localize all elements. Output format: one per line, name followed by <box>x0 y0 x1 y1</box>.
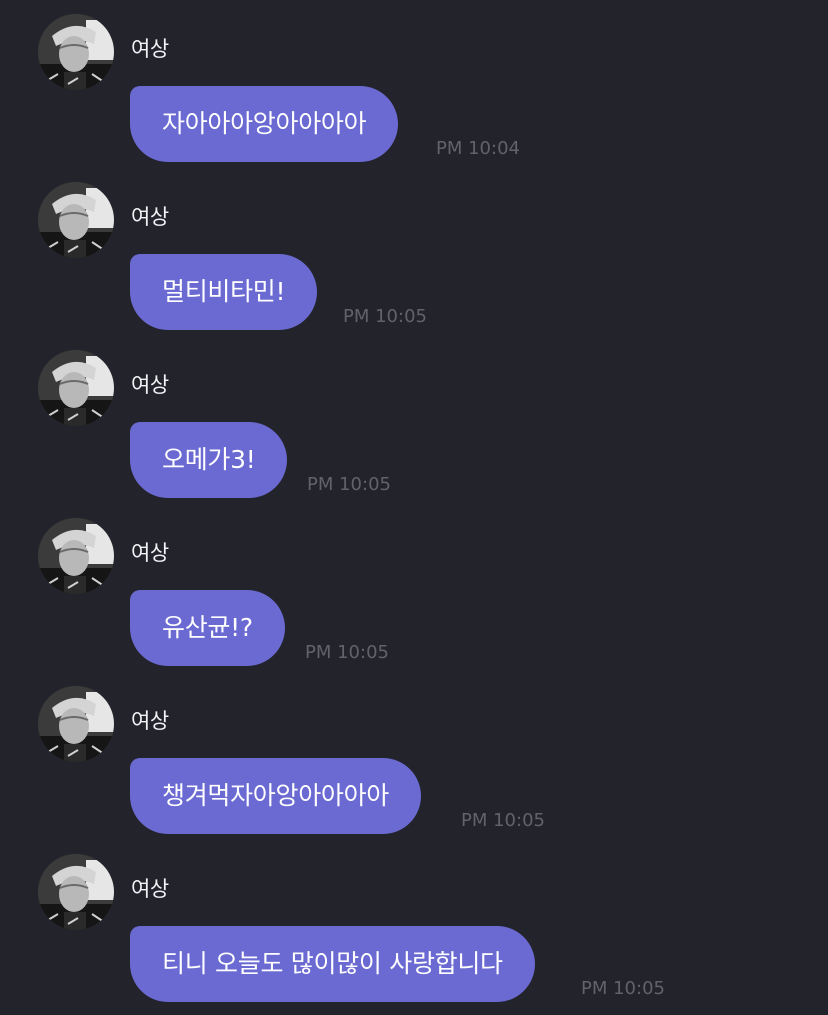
message-bubble[interactable]: 오메가3! <box>130 422 288 498</box>
profile-photo-icon[interactable] <box>38 182 114 258</box>
message-timestamp: PM 10:05 <box>305 642 389 663</box>
profile-photo-icon[interactable] <box>38 518 114 594</box>
sender-name: 여상 <box>131 709 169 733</box>
profile-photo-icon[interactable] <box>38 854 114 930</box>
message-row: 여상 유산균!? PM 10:05 <box>0 506 828 674</box>
message-row: 여상 멀티비타민! PM 10:05 <box>0 170 828 338</box>
chat-log: 여상 자아아아앙아아아아 PM 10:04 여상 멀티비타민! PM 10:05 <box>0 0 828 1015</box>
message-bubble[interactable]: 챙겨먹자아앙아아아아 <box>130 758 422 834</box>
sender-name: 여상 <box>131 37 169 61</box>
profile-photo-icon[interactable] <box>38 686 114 762</box>
message-bubble[interactable]: 티니 오늘도 많이많이 사랑합니다 <box>130 926 535 1002</box>
message-row: 여상 티니 오늘도 많이많이 사랑합니다 PM 10:05 <box>0 842 828 1010</box>
sender-name: 여상 <box>131 877 169 901</box>
message-timestamp: PM 10:05 <box>343 306 427 327</box>
message-timestamp: PM 10:05 <box>581 978 665 999</box>
profile-photo-icon[interactable] <box>38 14 114 90</box>
message-timestamp: PM 10:05 <box>461 810 545 831</box>
message-row: 여상 챙겨먹자아앙아아아아 PM 10:05 <box>0 674 828 842</box>
message-row: 여상 오메가3! PM 10:05 <box>0 338 828 506</box>
profile-photo-icon[interactable] <box>38 350 114 426</box>
message-timestamp: PM 10:04 <box>436 138 520 159</box>
message-bubble[interactable]: 멀티비타민! <box>130 254 318 330</box>
message-timestamp: PM 10:05 <box>307 474 391 495</box>
message-bubble[interactable]: 유산균!? <box>130 590 285 666</box>
sender-name: 여상 <box>131 373 169 397</box>
sender-name: 여상 <box>131 205 169 229</box>
sender-name: 여상 <box>131 541 169 565</box>
message-bubble[interactable]: 자아아아앙아아아아 <box>130 86 399 162</box>
message-row: 여상 자아아아앙아아아아 PM 10:04 <box>0 2 828 170</box>
